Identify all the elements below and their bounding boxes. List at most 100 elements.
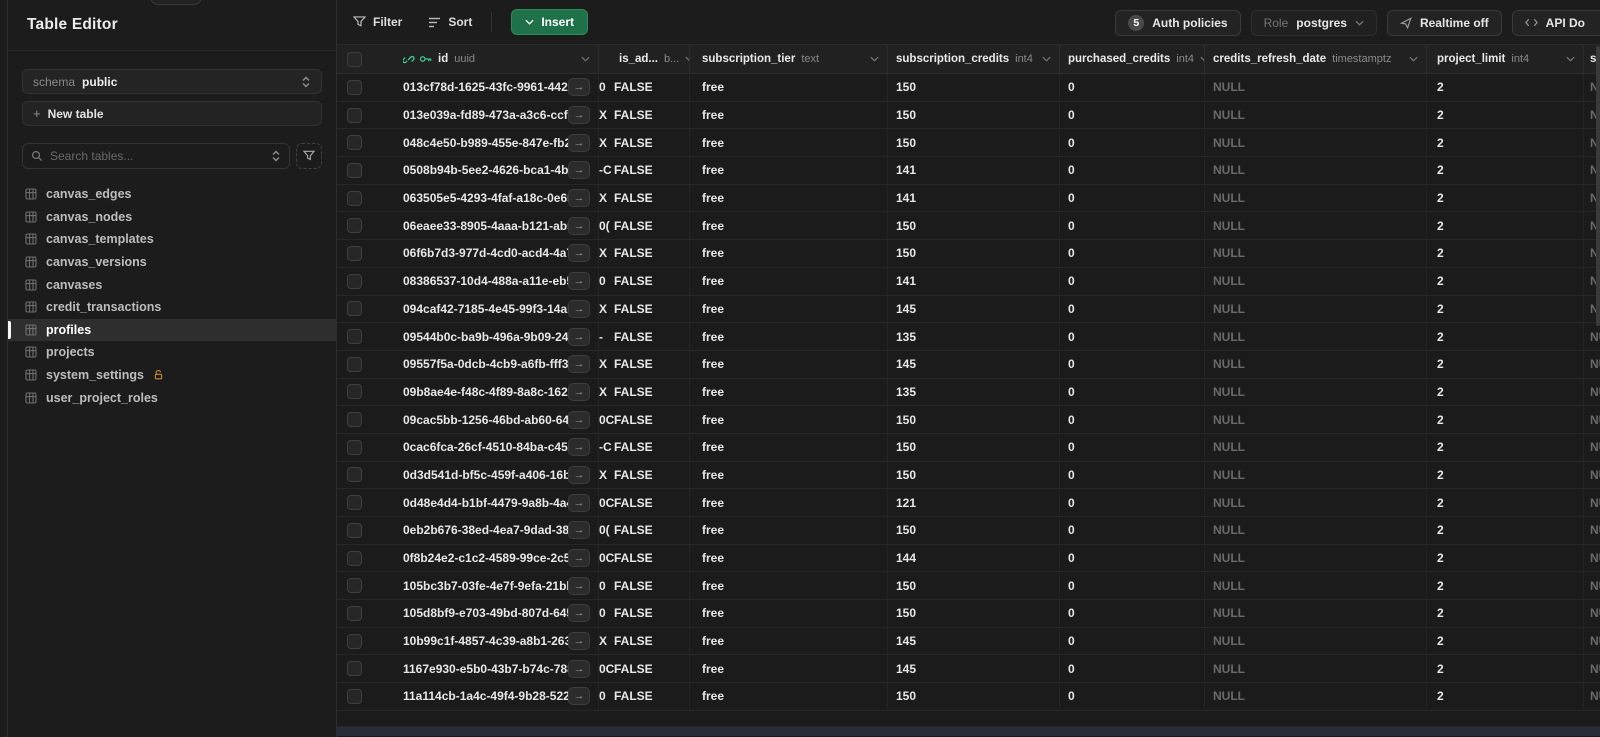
cell-is_admin[interactable]: FALSE <box>611 572 690 600</box>
cell-refresh[interactable]: NULL <box>1205 157 1427 184</box>
cell-tier[interactable]: free <box>690 572 888 600</box>
cell-credits[interactable]: 145 <box>888 350 1060 378</box>
cell-is_admin[interactable]: FALSE <box>611 461 690 489</box>
sidebar-table-item-canvases[interactable]: canvases <box>8 273 336 296</box>
cell-extra[interactable]: NULL <box>1584 545 1600 572</box>
cell-is_admin[interactable]: FALSE <box>611 350 690 378</box>
cell-refresh[interactable]: NULL <box>1205 406 1427 433</box>
cell-credits[interactable]: 141 <box>888 184 1060 212</box>
sidebar-table-item-system_settings[interactable]: system_settings <box>8 364 336 387</box>
cell-credits[interactable]: 141 <box>888 267 1060 295</box>
expand-row-button[interactable]: → <box>568 244 590 263</box>
expand-row-button[interactable]: → <box>568 133 590 152</box>
cell-purchased[interactable]: 0 <box>1060 129 1205 157</box>
cell-tier[interactable]: free <box>690 433 888 461</box>
cell-credits[interactable]: 150 <box>888 212 1060 240</box>
cell-limit[interactable]: 2 <box>1427 683 1584 710</box>
cell-tier[interactable]: free <box>690 129 888 157</box>
cell-purchased[interactable]: 0 <box>1060 240 1205 267</box>
cell-limit[interactable]: 2 <box>1427 489 1584 516</box>
cell-credits[interactable]: 145 <box>888 295 1060 323</box>
cell-refresh[interactable]: NULL <box>1205 683 1427 710</box>
column-header-frag[interactable] <box>599 45 611 73</box>
cell-refresh[interactable]: NULL <box>1205 295 1427 323</box>
cell-limit[interactable]: 2 <box>1427 433 1584 461</box>
expand-row-button[interactable]: → <box>568 576 590 595</box>
cell-frag[interactable]: 0 <box>599 572 611 599</box>
row-checkbox[interactable] <box>347 688 362 704</box>
cell-tier[interactable]: free <box>690 184 888 212</box>
cell-id[interactable]: 06eaee33-8905-4aaa-b121-ab552... → <box>395 212 599 240</box>
cell-frag[interactable]: X <box>599 628 611 655</box>
cell-tier[interactable]: free <box>690 101 888 129</box>
row-checkbox[interactable] <box>347 605 362 621</box>
cell-tier[interactable]: free <box>690 157 888 184</box>
cell-purchased[interactable]: 0 <box>1060 406 1205 433</box>
cell-id[interactable]: 048c4e50-b989-455e-847e-fb2f... → <box>395 129 599 157</box>
cell-credits[interactable]: 145 <box>888 655 1060 683</box>
expand-row-button[interactable]: → <box>568 604 590 623</box>
cell-credits[interactable]: 150 <box>888 101 1060 129</box>
expand-row-button[interactable]: → <box>568 632 590 651</box>
cell-tier[interactable]: free <box>690 517 888 544</box>
cell-extra[interactable]: NULL <box>1584 655 1600 682</box>
row-checkbox[interactable] <box>347 550 362 566</box>
cell-credits[interactable]: 150 <box>888 74 1060 101</box>
cell-refresh[interactable]: NULL <box>1205 267 1427 295</box>
row-checkbox[interactable] <box>347 107 362 123</box>
column-header-project_limit[interactable]: project_limit int4 <box>1427 45 1584 73</box>
cell-credits[interactable]: 150 <box>888 240 1060 267</box>
cell-credits[interactable]: 141 <box>888 157 1060 184</box>
row-checkbox[interactable] <box>347 633 362 649</box>
cell-id[interactable]: 10b99c1f-4857-4c39-a8b1-263b8... → <box>395 627 599 655</box>
cell-frag[interactable]: - <box>599 323 611 350</box>
cell-limit[interactable]: 2 <box>1427 267 1584 295</box>
row-checkbox[interactable] <box>347 301 362 317</box>
sidebar-table-item-profiles[interactable]: profiles <box>8 318 336 342</box>
cell-refresh[interactable]: NULL <box>1205 101 1427 129</box>
auth-policies-button[interactable]: 5 Auth policies <box>1115 9 1241 36</box>
cell-refresh[interactable]: NULL <box>1205 544 1427 572</box>
cell-credits[interactable]: 150 <box>888 406 1060 433</box>
cell-id[interactable]: 09557f5a-0dcb-4cb9-a6fb-fff366... → <box>395 350 599 378</box>
cell-purchased[interactable]: 0 <box>1060 101 1205 129</box>
cell-is_admin[interactable]: FALSE <box>611 406 690 433</box>
cell-limit[interactable]: 2 <box>1427 600 1584 627</box>
schema-select[interactable]: schema public <box>22 69 322 94</box>
cell-id[interactable]: 0d48e4d4-b1bf-4479-9a8b-4a4b... → <box>395 489 599 516</box>
cell-id[interactable]: 094caf42-7185-4e45-99f3-14abee... → <box>395 295 599 323</box>
row-checkbox[interactable] <box>347 218 362 234</box>
row-checkbox[interactable] <box>347 412 362 428</box>
cell-tier[interactable]: free <box>690 212 888 240</box>
cell-is_admin[interactable]: FALSE <box>611 184 690 212</box>
cell-limit[interactable]: 2 <box>1427 572 1584 600</box>
cell-extra[interactable]: NULL <box>1584 489 1600 516</box>
cell-refresh[interactable]: NULL <box>1205 655 1427 683</box>
column-header-purchased_credits[interactable]: purchased_credits int4 <box>1060 45 1205 73</box>
cell-credits[interactable]: 150 <box>888 129 1060 157</box>
role-select-button[interactable]: Role postgres <box>1250 9 1377 36</box>
expand-row-button[interactable]: → <box>568 189 590 208</box>
column-menu-chevron-icon[interactable] <box>1042 56 1051 62</box>
cell-purchased[interactable]: 0 <box>1060 295 1205 323</box>
cell-frag[interactable]: 0 <box>599 600 611 627</box>
cell-frag[interactable]: -C <box>599 157 612 184</box>
cell-is_admin[interactable]: FALSE <box>611 544 690 572</box>
cell-extra[interactable]: NULL <box>1584 323 1600 350</box>
cell-tier[interactable]: free <box>690 461 888 489</box>
cell-limit[interactable]: 2 <box>1427 627 1584 655</box>
cell-limit[interactable]: 2 <box>1427 157 1584 184</box>
expand-row-button[interactable]: → <box>568 410 590 429</box>
cell-purchased[interactable]: 0 <box>1060 350 1205 378</box>
cell-id[interactable]: 06f6b7d3-977d-4cd0-acd4-4a78... → <box>395 240 599 267</box>
cell-refresh[interactable]: NULL <box>1205 350 1427 378</box>
cell-purchased[interactable]: 0 <box>1060 572 1205 600</box>
cell-frag[interactable]: X <box>599 351 611 378</box>
row-checkbox[interactable] <box>347 329 362 345</box>
chevrons-up-down-icon[interactable] <box>271 150 281 162</box>
cell-frag[interactable]: X <box>599 240 611 267</box>
cell-id[interactable]: 09cac5bb-1256-46bd-ab60-64ed... → <box>395 406 599 433</box>
cell-credits[interactable]: 150 <box>888 683 1060 710</box>
cell-is_admin[interactable]: FALSE <box>611 267 690 295</box>
table-filter-button[interactable] <box>296 143 322 169</box>
